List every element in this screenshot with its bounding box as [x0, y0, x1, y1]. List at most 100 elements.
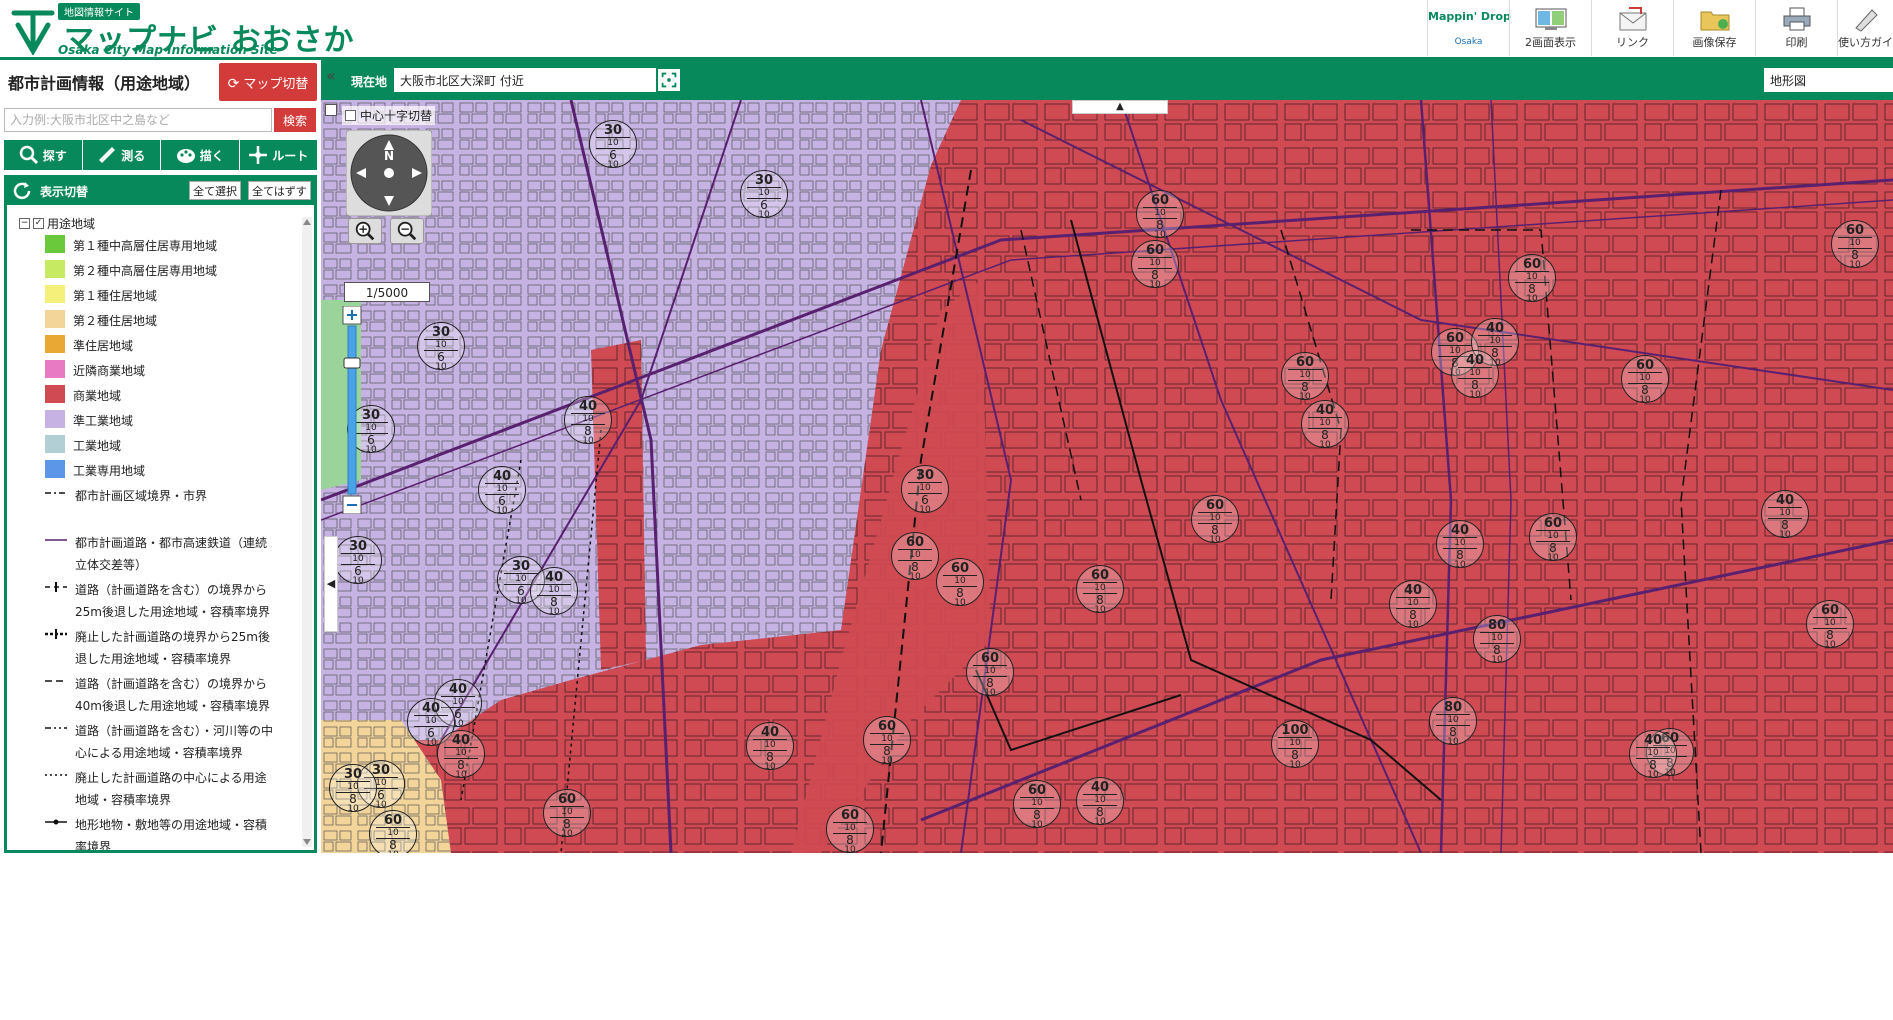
tool-measure[interactable]: 測る — [82, 140, 161, 170]
zone-sub: 10 — [347, 804, 359, 814]
pan-left-handle[interactable]: ◀ — [324, 536, 338, 632]
legend-line-symbol — [45, 680, 67, 682]
zoom-slider[interactable] — [342, 306, 364, 514]
zone-label: 6010810 — [936, 558, 984, 608]
floor-area-ratio: 40 — [760, 725, 780, 740]
site-logo[interactable]: 地図情報サイト マップナビ おおさか Osaka City Map Inform… — [8, 3, 353, 58]
legend-line-symbol — [45, 629, 67, 639]
zone-sub: 10 — [1149, 280, 1161, 290]
deselect-all-button[interactable]: 全てはずす — [248, 181, 311, 200]
legend-item-label: 第１種住居地域 — [73, 289, 158, 303]
location-bar: 現在地 大阪市北区大深町 付近 地形図 — [321, 60, 1893, 100]
floor-area-ratio: 60 — [1027, 783, 1047, 798]
zone-label: 30 10 6 10 — [740, 170, 788, 220]
zone-label: 30 10 8 10 — [329, 764, 377, 814]
logo-mark-icon — [11, 10, 55, 55]
tool-route[interactable]: ルート — [239, 140, 317, 170]
legend-line-item: 都市計画道路・都市高速鉄道（連続立体交差等） — [45, 532, 275, 576]
zoom-out-button[interactable] — [390, 218, 424, 244]
zone-label: 30 10 6 10 — [334, 536, 382, 586]
legend-line-symbol — [45, 582, 67, 592]
dual-screen-button[interactable]: 2画面表示 — [1509, 0, 1591, 56]
save-image-button[interactable]: 画像保存 — [1673, 0, 1755, 56]
zone-sub: 10 — [1154, 230, 1166, 240]
left-panel: 都市計画情報（用途地域） ⟳マップ切替 検索 探す 測る 描く ルート 表示切替… — [0, 60, 321, 853]
legend-item-label: 第２種住居地域 — [73, 314, 158, 328]
zone-sub: 10 — [1447, 737, 1459, 747]
pan-up-handle[interactable]: ▲ — [1072, 100, 1168, 114]
map-corner-icon[interactable] — [325, 104, 337, 116]
zone-label: 6010810 — [891, 532, 939, 582]
mappin-drop-button[interactable]: Mappin' Drop Osaka — [1427, 0, 1511, 56]
tool-route-label: ルート — [272, 148, 309, 163]
compass-pan-control[interactable]: N — [346, 130, 432, 216]
zone-label: 6010810 — [369, 810, 417, 853]
legend-root: − ✓ 用途地域 — [19, 215, 95, 232]
print-label: 印刷 — [1785, 36, 1808, 49]
tree-collapse-toggle[interactable]: − — [19, 218, 30, 229]
floor-area-ratio: 40 — [1643, 733, 1663, 748]
legend-item: 第２種中高層住居専用地域 — [45, 260, 273, 282]
floor-area-ratio: 30 — [348, 539, 368, 554]
floor-area-ratio: 60 — [1150, 193, 1170, 208]
legend-item: 工業専用地域 — [45, 460, 273, 482]
fullscreen-icon[interactable] — [657, 68, 681, 92]
crosshair-toggle[interactable]: 中心十字切替 — [342, 106, 436, 125]
zone-label: 6010810 — [1508, 254, 1556, 304]
route-icon — [249, 146, 268, 164]
basemap-select[interactable]: 地形図 — [1764, 68, 1893, 92]
zone-sub: 10 — [881, 756, 893, 766]
zone-sub: 10 — [1031, 820, 1043, 830]
legend-tree: − ✓ 用途地域 第１種中高層住居専用地域 第２種中高層住居専用地域 第１種住居地域… — [4, 205, 317, 853]
location-field[interactable]: 大阪市北区大深町 付近 — [394, 68, 656, 92]
link-button[interactable]: リンク — [1591, 0, 1673, 56]
floor-area-ratio: 40 — [1775, 493, 1795, 508]
legend-item-label: 準工業地域 — [73, 414, 134, 428]
legend-swatch — [45, 235, 65, 253]
zone-label: 6010810 — [1013, 780, 1061, 830]
compass-north-label: N — [384, 149, 394, 163]
legend-swatch — [45, 310, 65, 328]
map-switch-button[interactable]: ⟳ マップ切替 — [219, 63, 317, 101]
legend-swatch — [45, 285, 65, 303]
select-all-button[interactable]: 全て選択 — [189, 181, 241, 200]
legend-line-label: 道路（計画道路を含む）・河川等の中心による用途地域・容積率境界 — [75, 724, 274, 760]
zone-label: 6010810 — [966, 648, 1014, 698]
zone-sub: 10 — [370, 851, 416, 854]
printer-icon — [1783, 7, 1810, 31]
floor-area-ratio: 40 — [1403, 583, 1423, 598]
zoom-in-button[interactable] — [348, 218, 382, 244]
legend-line-symbol — [45, 492, 67, 494]
legend-swatch — [45, 360, 65, 378]
root-checkbox[interactable]: ✓ — [33, 218, 44, 229]
link-envelope-icon — [1619, 7, 1646, 31]
tool-draw[interactable]: 描く — [161, 140, 240, 170]
floor-area-ratio: 80 — [1443, 700, 1463, 715]
legend-line-label: 都市計画道路・都市高速鉄道（連続立体交差等） — [75, 536, 268, 572]
zone-sub: 10 — [607, 160, 619, 170]
guide-button[interactable]: 使い方ガイ — [1837, 0, 1893, 56]
zone-sub: 10 — [455, 770, 467, 780]
legend-scrollbar[interactable] — [302, 217, 312, 847]
collapse-panel-icon[interactable]: « — [326, 66, 336, 85]
search-button[interactable]: 検索 — [274, 108, 316, 132]
dual-screen-label: 2画面表示 — [1525, 36, 1576, 49]
tool-bar: 探す 測る 描く ルート — [4, 140, 317, 170]
search-input[interactable] — [4, 108, 272, 132]
legend-line-item: 道路（計画道路を含む）の境界から25m後退した用途地域・容積率境界 — [45, 579, 275, 623]
legend-item-label: 近隣商業地域 — [73, 364, 146, 378]
crosshair-checkbox[interactable] — [345, 110, 356, 121]
zone-label: 6010810 — [1281, 352, 1329, 402]
zone-label: 6010810 — [1191, 495, 1239, 545]
map-canvas[interactable]: 30 10 6 10 30 10 6 10 30 10 6 10 30 10 6 10 40 10 6 10 30 10 6… — [321, 100, 1893, 853]
print-button[interactable]: 印刷 — [1755, 0, 1837, 56]
zone-label: 6010810 — [543, 789, 591, 839]
floor-area-ratio: 40 — [544, 570, 564, 585]
zone-sub: 10 — [1779, 530, 1791, 540]
legend-item: 準住居地域 — [45, 335, 273, 357]
floor-area-ratio: 60 — [1820, 603, 1840, 618]
zone-sub: 10 — [1469, 390, 1481, 400]
tool-search[interactable]: 探す — [4, 140, 83, 170]
header: 地図情報サイト マップナビ おおさか Osaka City Map Inform… — [0, 0, 1893, 60]
zone-label: 30 10 6 10 — [901, 465, 949, 515]
